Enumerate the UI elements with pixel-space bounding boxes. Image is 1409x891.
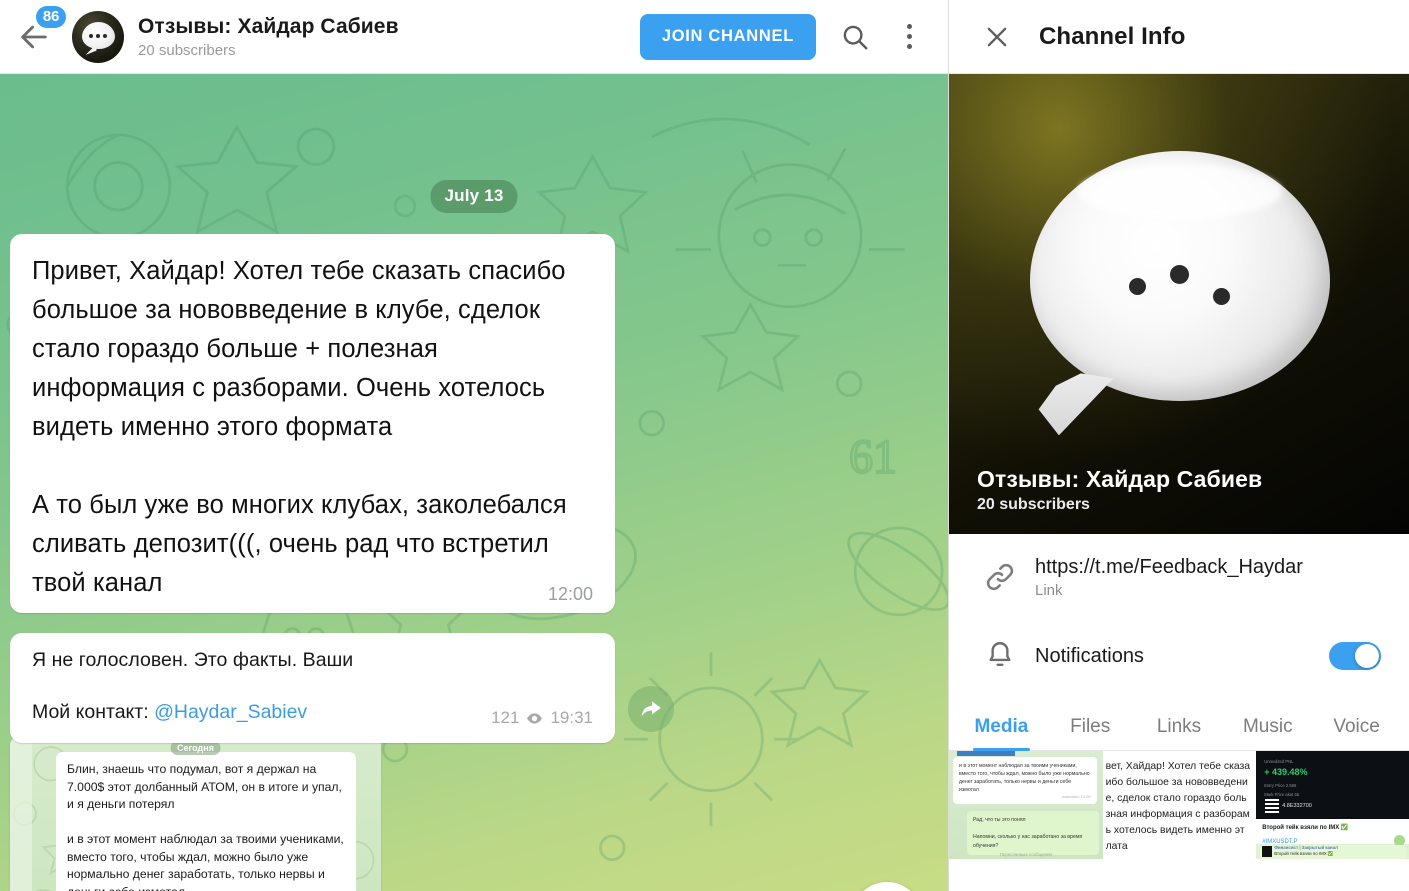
tab-links[interactable]: Links <box>1135 716 1224 750</box>
thumb1-green-bubble: Рад, что ты это понял Напомни, сколько у… <box>967 811 1099 855</box>
thumb2-line-4: зная информация с разборам <box>1105 809 1250 820</box>
thumb2-canvas: вет, Хайдар! Хотел тебе сказа ибо большо… <box>1102 751 1257 859</box>
screenshot-left-strip <box>10 737 32 891</box>
message-text-2-line1: Я не голословен. Это факты. Ваши <box>32 649 354 671</box>
cover-text-block: Отзывы: Хайдар Сабиев 20 subscribers <box>977 466 1262 514</box>
eye-icon <box>527 712 543 724</box>
info-panel-header: Channel Info <box>949 0 1409 74</box>
media-tabs: Media Files Links Music Voice <box>949 693 1409 751</box>
notifications-label: Notifications <box>1035 645 1144 667</box>
thumb1-green-text: Рад, что ты это понял Напомни, сколько у… <box>973 817 1083 849</box>
screenshot-inner-bubble: Блин, знаешь что подумал, вот я держал н… <box>56 752 356 891</box>
info-panel-title: Channel Info <box>1039 22 1186 50</box>
screenshot-inner-text: Блин, знаешь что подумал, вот я держал н… <box>67 762 344 891</box>
contact-prefix: Мой контакт: <box>32 701 155 723</box>
channel-link-row[interactable]: https://t.me/Feedback_Haydar Link <box>949 534 1409 619</box>
search-button[interactable] <box>828 10 882 64</box>
avatar[interactable] <box>72 10 124 63</box>
page-title: Отзывы: Хайдар Сабиев <box>138 14 399 38</box>
view-count: 121 <box>491 708 520 727</box>
thumb1-white-bubble: и в этот момент наблюдал за твоими учени… <box>953 757 1097 804</box>
join-channel-button[interactable]: JOIN CHANNEL <box>639 13 816 60</box>
thumb1-white-stamp: изменено 13:06 <box>1061 794 1091 799</box>
tab-media[interactable]: Media <box>957 716 1046 751</box>
thumb2-line-3: е, сделок стало гораздо боль <box>1105 793 1247 804</box>
thumb3-qr-code <box>1265 799 1280 813</box>
message-list[interactable]: E=mc² 100 61 July 13 Привет, Хайдар! Хот… <box>0 74 948 891</box>
link-texts: https://t.me/Feedback_Haydar Link <box>1035 554 1303 599</box>
thumb3-canvas: + 439.48% Unrealized PNL Entry Price 2.5… <box>1256 751 1409 859</box>
notifications-row[interactable]: Notifications <box>949 619 1409 693</box>
date-separator: July 13 <box>430 180 518 213</box>
message-text-1: Привет, Хайдар! Хотел тебе сказать спаси… <box>32 257 567 597</box>
thumb2-line-1: вет, Хайдар! Хотел тебе сказа <box>1105 761 1251 772</box>
subscriber-count: 20 subscribers <box>138 41 236 59</box>
more-options-button[interactable] <box>882 10 936 64</box>
message-bubble-1[interactable]: Привет, Хайдар! Хотел тебе сказать спаси… <box>10 234 615 613</box>
thumb3-tiny-1: Unrealized PNL <box>1264 759 1294 764</box>
unread-count-badge: 86 <box>36 5 66 28</box>
close-info-button[interactable] <box>969 9 1025 65</box>
chat-header: 86 Отзывы: Хайдар Сабиев 20 subscribers … <box>0 0 948 74</box>
thumb3-caption: Второй тейк взяли по IMX ✅ <box>1262 825 1349 831</box>
thumb3-tiny-2: Entry Price 2.586 <box>1264 783 1297 788</box>
more-vertical-icon <box>906 24 912 49</box>
thumb1-white-text: и в этот момент наблюдал за твоими учени… <box>959 763 1090 793</box>
thumb1-footer: Пересланные сообщения <box>999 852 1052 857</box>
thumb3-forward-avatar <box>1262 846 1273 857</box>
message-bubble-2[interactable]: Я не голословен. Это факты. Ваши Мой кон… <box>10 633 615 743</box>
speech-bubble-avatar-icon <box>81 22 115 49</box>
media-grid: и в этот момент наблюдал за твоими учени… <box>949 751 1409 859</box>
channel-info-panel: Channel Info Отзывы: Хайдар Сабиев 20 su… <box>948 0 1409 891</box>
thumb3-forward-title: Финансист | Закрытый канал <box>1274 845 1338 850</box>
speech-bubble-avatar-icon <box>1029 151 1330 436</box>
back-button[interactable]: 86 <box>6 0 66 74</box>
media-thumbnail-2[interactable]: вет, Хайдар! Хотел тебе сказа ибо большо… <box>1102 751 1257 859</box>
notifications-toggle[interactable] <box>1329 642 1381 670</box>
svg-text:61: 61 <box>849 432 896 484</box>
thumb3-qr-text: 4.8E332700 <box>1282 803 1312 809</box>
thumb2-line-5: ь хотелось видеть именно эт <box>1105 825 1245 836</box>
media-thumbnail-3[interactable]: + 439.48% Unrealized PNL Entry Price 2.5… <box>1256 751 1409 859</box>
screenshot-message[interactable]: Сегодня Блин, знаешь что подумал, вот я … <box>10 737 381 891</box>
share-forward-icon <box>641 701 661 717</box>
thumb3-pnl-percent: + 439.48% <box>1264 767 1308 777</box>
message-time-1: 12:00 <box>547 584 593 604</box>
channel-link-label: Link <box>1035 582 1063 599</box>
channel-link-value: https://t.me/Feedback_Haydar <box>1035 556 1303 578</box>
share-message-button[interactable] <box>628 686 674 732</box>
thumb3-forward-sub: Второй тейк взяли по IMX ✅ <box>1274 851 1334 856</box>
contact-username-link[interactable]: @Haydar_Sabiev <box>154 701 307 723</box>
link-icon <box>977 560 1023 594</box>
channel-name: Отзывы: Хайдар Сабиев <box>977 466 1263 492</box>
message-meta-2: 121 19:31 <box>491 708 593 728</box>
thumb2-line-6: лата <box>1105 841 1128 852</box>
thumb3-tiny-3: Mark Price akat 55 <box>1264 792 1300 797</box>
telegram-window: 86 Отзывы: Хайдар Сабиев 20 subscribers … <box>0 0 1409 891</box>
notifications-texts: Notifications <box>1035 643 1144 669</box>
message-time-2: 19:31 <box>550 708 593 727</box>
media-thumbnail-1[interactable]: и в этот момент наблюдал за твоими учени… <box>949 751 1103 859</box>
thumb1-canvas: и в этот момент наблюдал за твоими учени… <box>949 751 1103 859</box>
bell-icon <box>977 639 1023 673</box>
tab-voice[interactable]: Voice <box>1312 716 1401 750</box>
screenshot-date-chip: Сегодня <box>170 741 221 755</box>
channel-cover[interactable]: Отзывы: Хайдар Сабиев 20 subscribers <box>949 74 1409 534</box>
thumb2-line-2: ибо большое за нововведени <box>1105 777 1248 788</box>
close-icon <box>987 27 1007 46</box>
chat-column: 86 Отзывы: Хайдар Сабиев 20 subscribers … <box>0 0 948 891</box>
tab-music[interactable]: Music <box>1223 716 1312 750</box>
search-icon <box>843 25 868 49</box>
tab-files[interactable]: Files <box>1046 716 1135 750</box>
chat-header-text[interactable]: Отзывы: Хайдар Сабиев 20 subscribers <box>138 14 399 60</box>
channel-subscribers: 20 subscribers <box>977 496 1090 513</box>
